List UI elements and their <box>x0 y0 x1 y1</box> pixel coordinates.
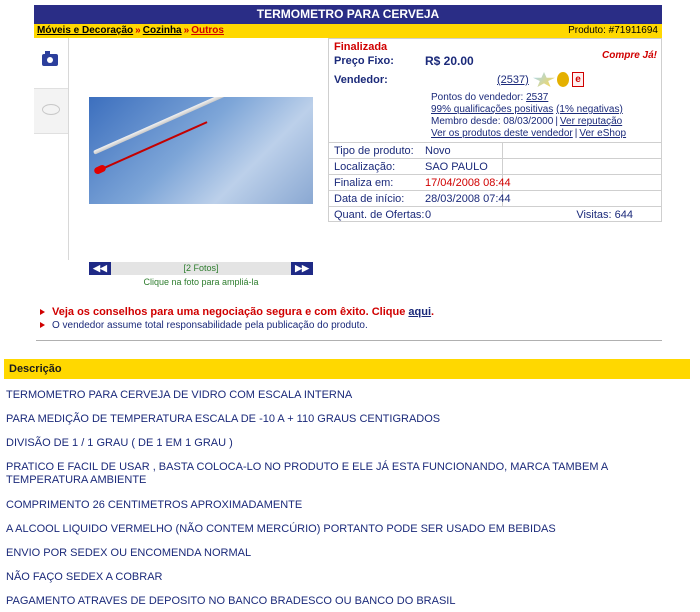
description-paragraph: NÃO FAÇO SEDEX A COBRAR <box>6 571 163 583</box>
eshop-icon[interactable]: e <box>572 72 584 87</box>
view-tab[interactable] <box>34 88 68 134</box>
thermometer-glass <box>93 97 313 155</box>
row-value: 28/03/2008 07:44 <box>425 193 511 205</box>
description-paragraph: TERMOMETRO PARA CERVEJA DE VIDRO COM ESC… <box>6 389 353 401</box>
safety-tip-link[interactable]: aqui <box>408 306 431 318</box>
row-label: Quant. de Ofertas: <box>334 209 425 221</box>
seller-member: Membro desde: 08/03/2000 | Ver reputação <box>431 116 623 127</box>
divider <box>36 340 662 341</box>
safety-tip-text: Veja os conselhos para uma negociação se… <box>52 306 406 318</box>
price-value: R$ 20.00 <box>425 54 474 68</box>
points-link[interactable]: 2537 <box>526 92 548 103</box>
seller-score-link[interactable]: (2537) <box>497 74 529 86</box>
row-value: 17/04/2008 08:44 <box>425 177 511 189</box>
description-paragraph: PRATICO E FACIL DE USAR , BASTA COLOCA-L… <box>6 461 608 486</box>
qualifications-link[interactable]: 99% qualificações positivas <box>431 104 553 115</box>
row-finaliza: Finaliza em: 17/04/2008 08:44 <box>329 174 661 191</box>
seller-qualifications: 99% qualificações positivas (1% negativa… <box>431 104 623 115</box>
photo-navigation: ◀◀ [2 Fotos] ▶▶ <box>89 262 313 275</box>
media-tabs <box>34 38 69 260</box>
seller-badges: e <box>533 72 587 88</box>
ver-eshop-link[interactable]: Ver eShop <box>579 128 626 139</box>
breadcrumb-cozinha[interactable]: Cozinha <box>143 25 182 36</box>
status-label: Finalizada <box>334 41 388 53</box>
product-number: Produto: #71911694 <box>568 25 658 36</box>
bullet-arrow-icon <box>40 309 45 315</box>
row-tipo: Tipo de produto: Novo <box>329 142 661 159</box>
next-photo-button[interactable]: ▶▶ <box>291 262 313 275</box>
buy-now-button[interactable]: Compre Já! <box>602 51 657 61</box>
description-header: Descrição <box>4 359 690 379</box>
price-label: Preço Fixo: <box>334 55 394 67</box>
description-paragraph: COMPRIMENTO 26 CENTIMETROS APROXIMADAMEN… <box>6 499 303 511</box>
negatives-link[interactable]: (1% negativas) <box>556 104 623 115</box>
star-icon <box>533 72 555 87</box>
listing-info-panel: Finalizada Preço Fixo: R$ 20.00 Compre J… <box>328 38 662 222</box>
row-value: SAO PAULO <box>425 161 488 173</box>
row-label: Localização: <box>334 161 396 173</box>
breadcrumb-separator-icon: » <box>183 25 190 36</box>
row-value: 0 <box>425 209 432 221</box>
ver-produtos-link[interactable]: Ver os produtos deste vendedor <box>431 128 573 139</box>
seller-label: Vendedor: <box>334 74 388 86</box>
photo-hint: Clique na foto para ampliá-la <box>143 277 259 287</box>
camera-icon[interactable] <box>42 51 58 66</box>
photo-count: [2 Fotos] <box>183 263 219 273</box>
description-paragraph: PAGAMENTO ATRAVES DE DEPOSITO NO BANCO B… <box>6 595 456 607</box>
listing-title: TERMOMETRO PARA CERVEJA <box>34 5 662 24</box>
points-label: Pontos do vendedor: <box>431 92 524 103</box>
responsibility-note: O vendedor assume total responsabilidade… <box>40 320 368 331</box>
bullet-arrow-icon <box>40 322 45 328</box>
thermometer-bulb <box>93 163 107 176</box>
description-paragraph: ENVIO POR SEDEX OU ENCOMENDA NORMAL <box>6 547 252 559</box>
row-ofertas: Quant. de Ofertas: 0 Visitas: 644 <box>329 206 661 223</box>
breadcrumb-outros[interactable]: Outros <box>191 25 224 36</box>
row-label: Tipo de produto: <box>334 145 414 157</box>
safety-tip: Veja os conselhos para uma negociação se… <box>40 306 434 318</box>
row-value: Novo <box>425 145 451 157</box>
member-since: Membro desde: 08/03/2000 <box>431 116 554 127</box>
row-inicio: Data de início: 28/03/2008 07:44 <box>329 190 661 207</box>
row-label: Finaliza em: <box>334 177 394 189</box>
responsibility-text: O vendedor assume total responsabilidade… <box>52 320 368 331</box>
ver-reputacao-link[interactable]: Ver reputação <box>560 116 622 127</box>
row-localizacao: Localização: SAO PAULO <box>329 158 661 175</box>
seller-points: Pontos do vendedor: 2537 <box>431 92 548 103</box>
description-paragraph: PARA MEDIÇÃO DE TEMPERATURA ESCALA DE -1… <box>6 413 441 425</box>
visits-count: Visitas: 644 <box>576 209 633 221</box>
eye-icon <box>42 104 60 115</box>
description-paragraph: A ALCOOL LIQUIDO VERMELHO (NÃO CONTEM ME… <box>6 523 556 535</box>
description-paragraph: DIVISÃO DE 1 / 1 GRAU ( DE 1 EM 1 GRAU ) <box>6 437 233 449</box>
breadcrumb: Móveis e Decoração» Cozinha» Outros Produt… <box>34 24 662 38</box>
row-label: Data de início: <box>334 193 405 205</box>
seller-links: Ver os produtos deste vendedor | Ver eShop <box>431 128 627 139</box>
breadcrumb-moveis[interactable]: Móveis e Decoração <box>37 25 133 36</box>
breadcrumb-separator-icon: » <box>135 25 141 36</box>
medal-icon <box>557 72 569 87</box>
product-photo[interactable] <box>89 97 313 204</box>
